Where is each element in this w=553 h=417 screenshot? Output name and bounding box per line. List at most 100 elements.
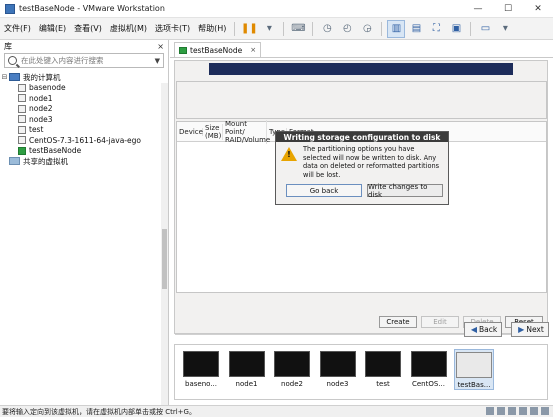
- thumbnail-node3[interactable]: node3: [318, 351, 358, 388]
- vm-icon: [18, 136, 26, 145]
- sound-icon[interactable]: [530, 407, 538, 415]
- tab-label: testBaseNode: [190, 45, 243, 55]
- toolbar-separator: [234, 21, 236, 36]
- thumbnail-bar-button[interactable]: ▤: [407, 20, 425, 38]
- close-button[interactable]: ✕: [523, 0, 553, 18]
- pause-icon: ❚❚: [241, 23, 258, 34]
- tree-root-label: 我的计算机: [23, 72, 61, 82]
- library-view-button[interactable]: ▥: [387, 19, 406, 38]
- revert-snapshot-button[interactable]: ◴: [338, 20, 356, 38]
- menu-view[interactable]: 查看(V): [70, 23, 106, 34]
- toolbar-separator: [283, 21, 285, 36]
- scrollbar-thumb[interactable]: [162, 229, 167, 289]
- vm-icon: [18, 104, 26, 113]
- send-keys-button[interactable]: ⌨: [289, 20, 307, 38]
- search-input[interactable]: 在此处键入内容进行搜索: [21, 55, 155, 66]
- unity-button[interactable]: ▣: [447, 20, 465, 38]
- tree-item-label: basenode: [29, 83, 66, 93]
- snapshot-button[interactable]: ◷: [318, 20, 336, 38]
- menu-file[interactable]: 文件(F): [0, 23, 35, 34]
- pause-dropdown[interactable]: ▾: [260, 20, 278, 38]
- collapse-icon[interactable]: ⊟: [0, 73, 9, 81]
- tree-item-shared-vms[interactable]: 共享的虚拟机: [0, 156, 168, 167]
- library-panel: 库 × 在此处键入内容进行搜索 ▼ ⊟ 我的计算机 basenode node1…: [0, 40, 169, 405]
- go-back-button[interactable]: Go back: [286, 184, 362, 197]
- back-button[interactable]: ◀ Back: [464, 322, 502, 337]
- tree-item-label: node3: [29, 114, 53, 124]
- tree-item-node3[interactable]: node3: [0, 114, 168, 125]
- title-bar: testBaseNode - VMware Workstation — ☐ ✕: [0, 0, 553, 18]
- usb-icon[interactable]: [519, 407, 527, 415]
- thumbnail-label: node3: [326, 380, 349, 388]
- menu-tabs[interactable]: 选项卡(T): [151, 23, 194, 34]
- vm-icon: [18, 83, 26, 92]
- thumbnail-centos[interactable]: CentOS...: [409, 351, 449, 388]
- snapshot-manager-button[interactable]: ◶: [358, 20, 376, 38]
- vm-console[interactable]: Device Size (MB) Mount Point/ RAID/Volum…: [174, 60, 548, 335]
- thumbnail-screen: [456, 352, 492, 378]
- thumbnail-label: CentOS...: [411, 380, 445, 388]
- tab-close-icon[interactable]: ×: [250, 46, 256, 54]
- tree-item-test[interactable]: test: [0, 125, 168, 136]
- thumbnail-screen: [274, 351, 310, 377]
- thumbnail-node1[interactable]: node1: [227, 351, 267, 388]
- maximize-button[interactable]: ☐: [493, 0, 523, 18]
- thumbnail-screen: [365, 351, 401, 377]
- menu-help[interactable]: 帮助(H): [194, 23, 230, 34]
- window-controls: — ☐ ✕: [463, 0, 553, 18]
- toolbar-separator: [312, 21, 314, 36]
- thumbnail-screen: [319, 351, 356, 377]
- hard-disk-icon[interactable]: [486, 407, 494, 415]
- tab-bar: testBaseNode ×: [170, 40, 553, 58]
- installer-nav: ◀ Back ▶ Next: [455, 322, 549, 337]
- vmware-logo-icon: [5, 3, 15, 14]
- tab-testbasenode[interactable]: testBaseNode ×: [174, 42, 262, 57]
- revert-icon: ◴: [343, 23, 352, 34]
- console-view-button[interactable]: ▭: [476, 20, 494, 38]
- warning-icon: !: [281, 147, 297, 161]
- tree-item-testbasenode[interactable]: testBaseNode: [0, 146, 168, 157]
- chevron-down-icon: ▾: [502, 23, 508, 34]
- toolbar-separator: [381, 21, 383, 36]
- edit-button[interactable]: Edit: [421, 316, 459, 328]
- thumbnail-basenode[interactable]: baseno...: [181, 351, 221, 388]
- menu-vm[interactable]: 虚拟机(M): [106, 23, 151, 34]
- tree-item-label: 共享的虚拟机: [23, 156, 68, 166]
- back-label: Back: [478, 325, 498, 334]
- create-button[interactable]: Create: [379, 316, 417, 328]
- tree-root-my-computer[interactable]: ⊟ 我的计算机: [0, 72, 168, 83]
- thumbnail-node2[interactable]: node2: [272, 351, 312, 388]
- vm-running-icon: [18, 146, 26, 155]
- menu-edit[interactable]: 编辑(E): [35, 23, 70, 34]
- library-title: 库: [4, 41, 12, 51]
- tree-item-centos[interactable]: CentOS-7.3-1611-64-java-ego: [0, 135, 168, 146]
- pause-button[interactable]: ❚❚: [240, 20, 258, 38]
- arrow-right-icon: ▶: [518, 325, 525, 334]
- chevron-down-icon[interactable]: ▼: [155, 57, 160, 65]
- thumbnail-screen: [183, 351, 219, 377]
- thumbnail-label: test: [376, 380, 390, 388]
- vm-icon: [18, 94, 26, 103]
- column-mount-point: Mount Point/ RAID/Volume: [225, 119, 271, 144]
- display-icon[interactable]: [541, 407, 549, 415]
- next-button[interactable]: ▶ Next: [511, 322, 549, 337]
- minimize-button[interactable]: —: [463, 0, 493, 18]
- tree-item-basenode[interactable]: basenode: [0, 83, 168, 94]
- full-screen-button[interactable]: ⛶: [427, 20, 445, 38]
- write-changes-button[interactable]: Write changes to disk: [367, 183, 443, 199]
- library-header: 库 ×: [0, 40, 168, 52]
- thumbnail-view-icon: ▤: [411, 23, 422, 34]
- library-scrollbar[interactable]: [161, 83, 168, 405]
- library-search[interactable]: 在此处键入内容进行搜索 ▼: [4, 53, 164, 68]
- main-area: testBaseNode × Device Size (MB) Mount Po…: [170, 40, 553, 405]
- console-view-dropdown[interactable]: ▾: [496, 20, 514, 38]
- library-close-icon[interactable]: ×: [157, 42, 164, 51]
- tree-item-node2[interactable]: node2: [0, 104, 168, 115]
- installer-banner: [209, 63, 513, 75]
- thumbnail-test[interactable]: test: [363, 351, 403, 388]
- cdrom-icon[interactable]: [497, 407, 505, 415]
- thumbnail-testbasenode[interactable]: testBas...: [454, 349, 494, 390]
- network-icon[interactable]: [508, 407, 516, 415]
- tree-item-node1[interactable]: node1: [0, 93, 168, 104]
- window-title: testBaseNode - VMware Workstation: [19, 4, 165, 13]
